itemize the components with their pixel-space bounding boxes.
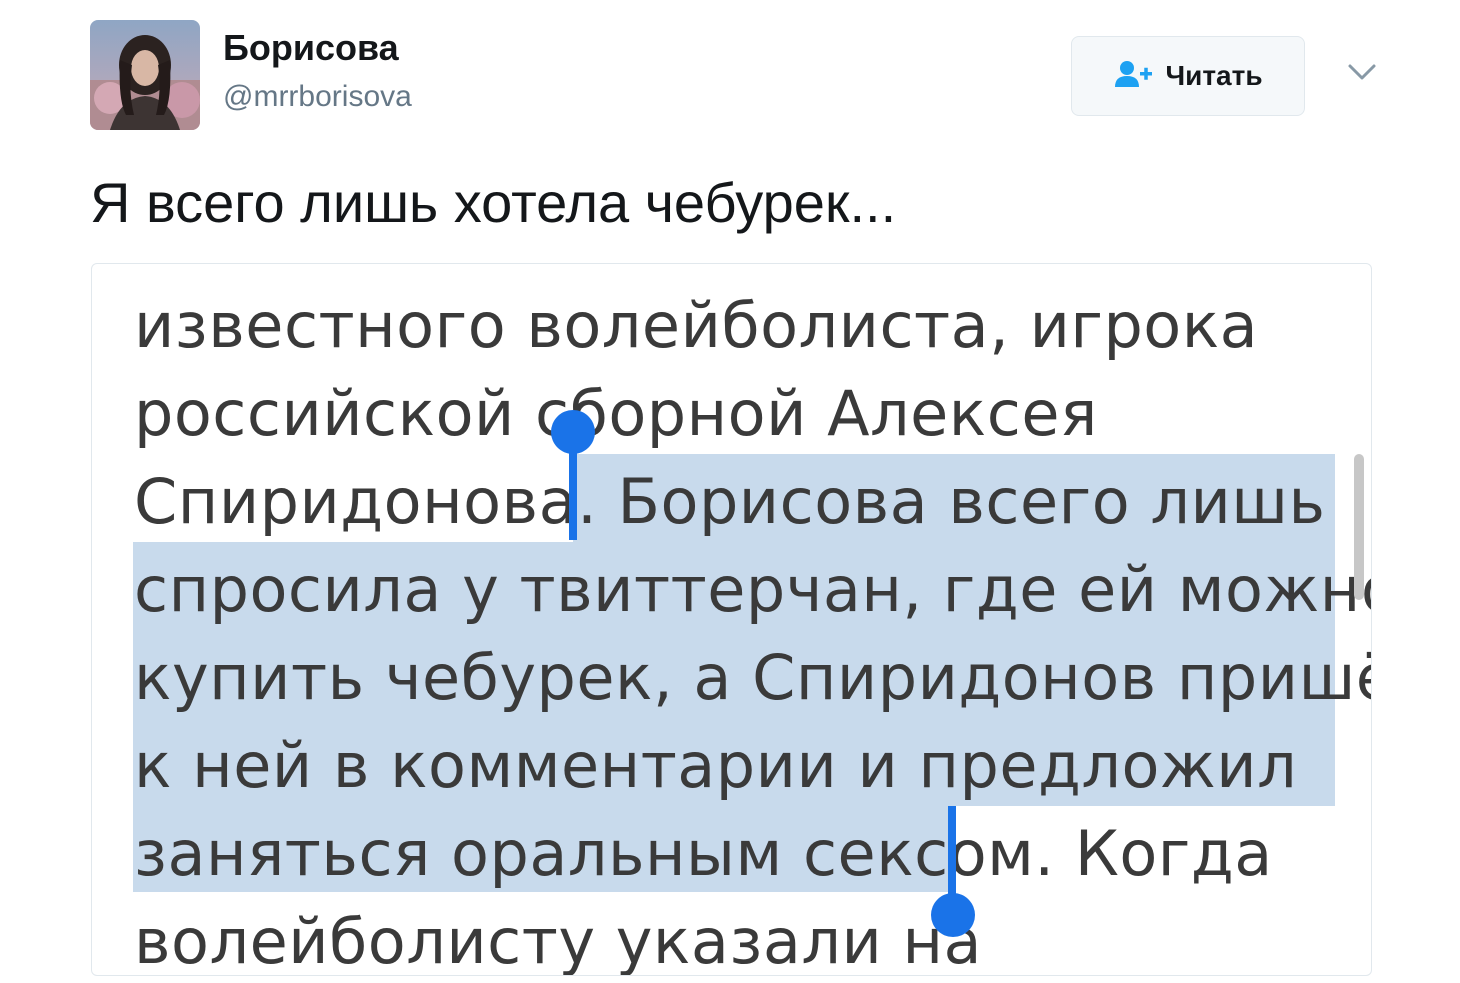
article-text: известного волейболиста, игрока российск… [134, 282, 1372, 976]
selection-start-handle[interactable] [551, 410, 595, 454]
article-line: известного волейболиста, игрока [134, 289, 1259, 362]
article-line: к ней в комментарии и предложил [134, 729, 1298, 802]
avatar[interactable] [90, 20, 200, 130]
tweet-card: Борисова @mrrborisova Читать Я всего лиш… [0, 0, 1460, 983]
cropped-previous-line [134, 264, 740, 272]
article-line: заняться оральным сексом. Когда [134, 817, 1273, 890]
chevron-down-icon[interactable] [1342, 56, 1382, 90]
tweet-text: Я всего лишь хотела чебурек... [90, 171, 897, 234]
article-line: российской сборной Алексея [134, 377, 1098, 450]
selection-end-handle-line [948, 806, 956, 904]
follow-button[interactable]: Читать [1071, 36, 1305, 116]
user-handle[interactable]: @mrrborisova [223, 78, 412, 116]
article-line: купить чебурек, а Спиридонов пришёл [134, 641, 1372, 714]
add-user-icon [1113, 59, 1153, 94]
article-line: Спиридонова. Борисова всего лишь [134, 465, 1326, 538]
scrollbar[interactable] [1354, 454, 1364, 600]
selection-end-handle[interactable] [931, 893, 975, 937]
article-line: спросила у твиттерчан, где ей можно [134, 553, 1372, 626]
article-line: волейболисту указали на [134, 905, 982, 976]
user-name[interactable]: Борисова [223, 26, 399, 70]
media-screenshot[interactable]: известного волейболиста, игрока российск… [91, 263, 1372, 976]
follow-button-label: Читать [1165, 60, 1263, 91]
avatar-image [90, 20, 200, 130]
